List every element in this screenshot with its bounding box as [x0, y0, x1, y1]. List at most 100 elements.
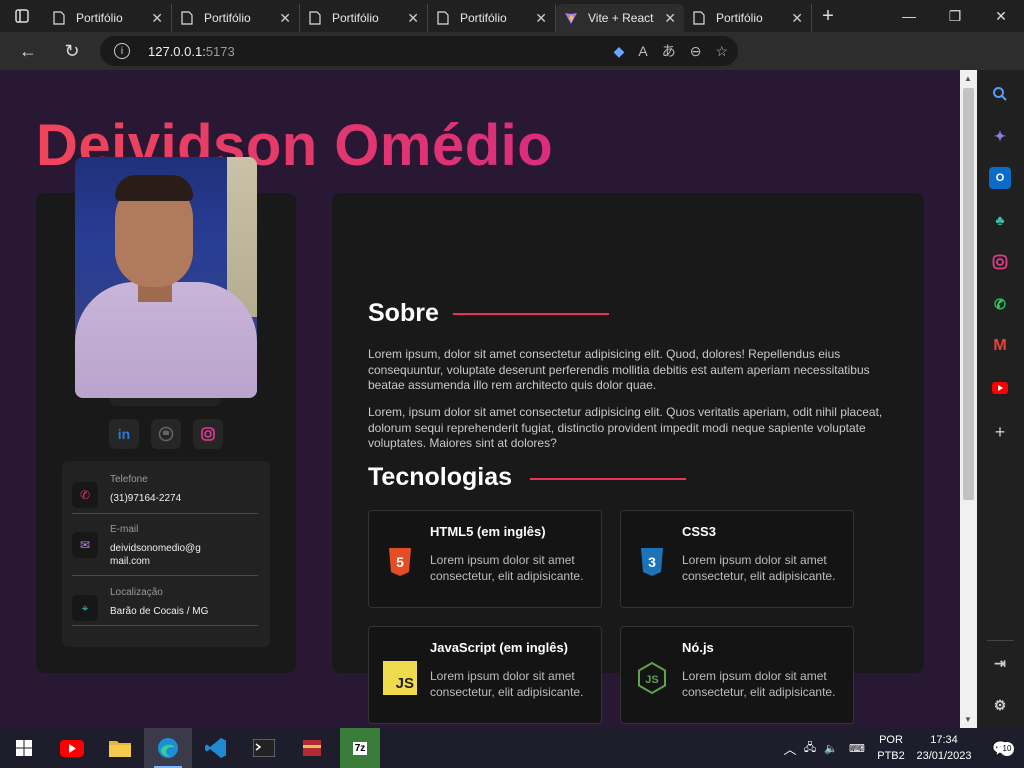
tag-icon[interactable]: ◆ — [614, 43, 625, 60]
scroll-up-icon[interactable]: ▲ — [964, 74, 972, 83]
browser-tab[interactable]: Portifólio ✕ — [684, 4, 812, 32]
7zip-icon[interactable]: 7z — [340, 728, 380, 768]
youtube-sidebar-icon[interactable] — [989, 377, 1011, 399]
close-window-icon[interactable]: ✕ — [978, 0, 1024, 32]
browser-tab-active[interactable]: Vite + React ✕ — [556, 4, 684, 32]
chevron-up-icon[interactable]: ︿ — [780, 739, 800, 758]
linkedin-icon[interactable]: in — [109, 419, 139, 449]
close-tab-icon[interactable]: ✕ — [791, 10, 803, 27]
tech-description: Lorem ipsum dolor sit amet consectetur, … — [682, 669, 836, 699]
tab-title: Portifólio — [204, 11, 251, 25]
about-paragraph: Lorem, ipsum dolor sit amet consectetur … — [368, 405, 883, 451]
tab-title: Vite + React — [588, 11, 654, 25]
zoom-icon[interactable]: ⊖ — [690, 43, 702, 60]
page-icon — [436, 10, 450, 26]
contact-label: E-mail — [110, 524, 139, 535]
add-sidebar-icon[interactable]: + — [989, 421, 1011, 443]
vscode-icon[interactable] — [192, 728, 240, 768]
page-icon — [180, 10, 194, 26]
instagram-icon[interactable] — [193, 419, 223, 449]
file-explorer-icon[interactable] — [96, 728, 144, 768]
tech-card-css3[interactable]: 3 CSS3 Lorem ipsum dolor sit amet consec… — [620, 510, 854, 608]
search-icon[interactable] — [989, 83, 1011, 105]
close-tab-icon[interactable]: ✕ — [535, 10, 547, 27]
scrollbar-thumb[interactable] — [963, 88, 974, 500]
browser-tab[interactable]: Portifólio ✕ — [44, 4, 172, 32]
browser-tab[interactable]: Portifólio ✕ — [428, 4, 556, 32]
refresh-icon[interactable]: ↻ — [52, 32, 92, 70]
back-icon[interactable]: ← — [8, 32, 48, 70]
winrar-icon[interactable] — [288, 728, 336, 768]
edge-icon[interactable] — [144, 728, 192, 768]
windows-start-icon[interactable] — [0, 728, 48, 768]
tech-name: HTML5 (em inglês) — [430, 524, 546, 539]
language-indicator[interactable]: POR PTB2 — [872, 732, 910, 764]
add-favorite-icon[interactable]: ☆ — [715, 43, 728, 60]
close-tab-icon[interactable]: ✕ — [151, 10, 163, 27]
system-tray: ︿ 🖧 🔈 ⌨ POR PTB2 17:34 23/01/2023 💬 10 — [780, 728, 1024, 768]
volume-icon[interactable]: 🔈 — [820, 742, 842, 755]
tech-card-html5[interactable]: 5 HTML5 (em inglês) Lorem ipsum dolor si… — [368, 510, 602, 608]
profile-photo — [75, 157, 257, 398]
terminal-icon[interactable] — [240, 728, 288, 768]
instagram-sidebar-icon[interactable] — [989, 251, 1011, 273]
svg-text:5: 5 — [396, 554, 404, 570]
gmail-icon[interactable]: M — [989, 335, 1011, 357]
clock[interactable]: 17:34 23/01/2023 — [910, 732, 978, 764]
close-tab-icon[interactable]: ✕ — [279, 10, 291, 27]
network-icon[interactable]: 🖧 — [800, 739, 820, 758]
site-info-icon[interactable]: i — [114, 43, 130, 59]
edge-sidebar: ✦ O ♣ ✆ M + ⇥ ⚙ — [977, 70, 1024, 728]
scroll-down-icon[interactable]: ▼ — [964, 715, 972, 724]
title-underline — [530, 478, 686, 480]
hide-sidebar-icon[interactable]: ⇥ — [989, 652, 1011, 674]
minimize-icon[interactable]: — — [886, 0, 932, 32]
contact-value[interactable]: deividsonomedio@gmail.com — [110, 542, 202, 568]
divider — [72, 513, 258, 514]
location-icon: ⌖ — [72, 595, 98, 621]
settings-icon[interactable]: ⚙ — [989, 694, 1011, 716]
browser-tab[interactable]: Portifólio ✕ — [300, 4, 428, 32]
tech-description: Lorem ipsum dolor sit amet consectetur, … — [682, 553, 836, 583]
youtube-icon[interactable] — [48, 728, 96, 768]
tab-actions-icon[interactable] — [0, 0, 44, 32]
outlook-icon[interactable]: O — [989, 167, 1011, 189]
contact-list: ✆ Telefone (31)97164-2274 ✉ E-mail deivi… — [62, 461, 270, 647]
about-paragraph: Lorem ipsum, dolor sit amet consectetur … — [368, 347, 870, 393]
games-icon[interactable]: ♣ — [989, 209, 1011, 231]
new-tab-icon[interactable]: + — [812, 0, 844, 32]
contact-value[interactable]: (31)97164-2274 — [110, 492, 250, 505]
vertical-scrollbar[interactable]: ▲ ▼ — [960, 70, 977, 728]
title-underline — [453, 313, 609, 315]
keyboard-icon[interactable]: ⌨ — [842, 742, 872, 755]
tab-title: Portifólio — [332, 11, 379, 25]
clock-time: 17:34 — [930, 734, 958, 746]
github-icon[interactable] — [151, 419, 181, 449]
whatsapp-icon[interactable]: ✆ — [989, 293, 1011, 315]
translate-icon[interactable]: あ — [662, 41, 676, 61]
copilot-icon[interactable]: ✦ — [989, 125, 1011, 147]
close-tab-icon[interactable]: ✕ — [407, 10, 419, 27]
tech-description: Lorem ipsum dolor sit amet consectetur, … — [430, 669, 584, 699]
notification-badge: 10 — [1000, 741, 1014, 756]
css3-icon: 3 — [635, 545, 669, 579]
browser-tab[interactable]: Portifólio ✕ — [172, 4, 300, 32]
tab-bar: Portifólio ✕ Portifólio ✕ Portifólio ✕ P… — [0, 0, 1024, 32]
close-tab-icon[interactable]: ✕ — [664, 10, 676, 27]
photo-base — [110, 398, 220, 406]
tech-name: Nó.js — [682, 640, 714, 655]
tech-card-javascript[interactable]: JS JavaScript (em inglês) Lorem ipsum do… — [368, 626, 602, 724]
clock-date: 23/01/2023 — [916, 750, 972, 762]
read-aloud-icon[interactable]: A — [638, 43, 647, 59]
javascript-icon: JS — [383, 661, 417, 695]
page-icon — [308, 10, 322, 26]
tech-card-nodejs[interactable]: JS Nó.js Lorem ipsum dolor sit amet cons… — [620, 626, 854, 724]
phone-icon: ✆ — [72, 482, 98, 508]
restore-icon[interactable]: ❐ — [932, 0, 978, 32]
url-field[interactable]: i 127.0.0.1: 5173 ◆ A あ ⊖ ☆ — [100, 36, 738, 66]
notifications-icon[interactable]: 💬 10 — [978, 740, 1024, 757]
mail-icon: ✉ — [72, 532, 98, 558]
address-bar-row: ← ↻ i 127.0.0.1:5173 ◆ A あ ⊖ ☆ ◉ ✦ ✩ ⧉ ⋯ — [0, 32, 1024, 94]
tech-description: Lorem ipsum dolor sit amet consectetur, … — [430, 553, 584, 583]
page-icon — [692, 10, 706, 26]
